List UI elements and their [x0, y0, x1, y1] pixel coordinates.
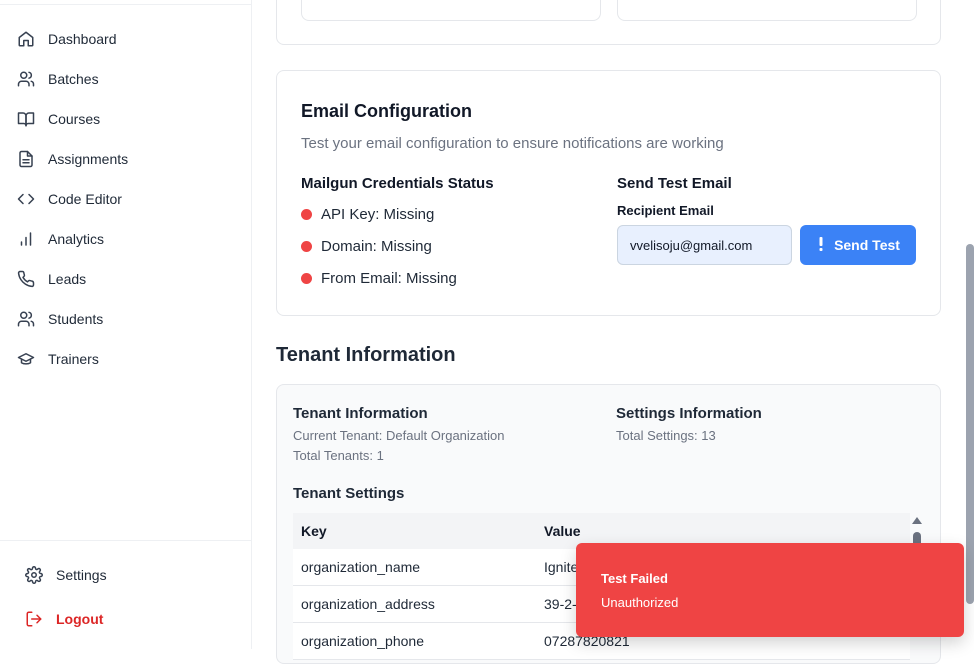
- sidebar-item-label: Students: [48, 311, 104, 327]
- file-text-icon: [16, 149, 36, 169]
- users-icon: [16, 69, 36, 89]
- recipient-email-input[interactable]: [617, 225, 792, 265]
- setting-key: organization_name: [301, 559, 421, 575]
- column-header-key: Key: [301, 523, 327, 539]
- book-open-icon: [16, 109, 36, 129]
- status-text: API Key: Missing: [321, 206, 435, 223]
- credentials-title: Mailgun Credentials Status: [301, 175, 494, 192]
- error-toast[interactable]: Test Failed Unauthorized: [576, 543, 964, 637]
- sidebar-item-batches[interactable]: Batches: [16, 67, 99, 91]
- setting-value: Ignite: [544, 559, 579, 575]
- total-settings-text: Total Settings: 13: [616, 428, 716, 443]
- logout-button[interactable]: Logout: [24, 607, 103, 631]
- send-test-button[interactable]: Send Test: [800, 225, 916, 265]
- status-item: Domain: Missing: [301, 238, 432, 255]
- sidebar-item-assignments[interactable]: Assignments: [16, 147, 128, 171]
- tenant-info-title: Tenant Information: [293, 405, 428, 422]
- sidebar-item-label: Assignments: [48, 151, 129, 167]
- settings-button[interactable]: Settings: [24, 563, 107, 587]
- sidebar-item-code-editor[interactable]: Code Editor: [16, 187, 122, 211]
- sidebar-item-label: Dashboard: [48, 31, 117, 47]
- status-item: API Key: Missing: [301, 206, 434, 223]
- table-scroll-up-arrow[interactable]: [912, 517, 922, 524]
- logout-icon: [24, 609, 44, 629]
- logout-label: Logout: [56, 611, 104, 627]
- page-scrollbar-thumb[interactable]: [966, 244, 974, 604]
- sidebar-item-students[interactable]: Students: [16, 307, 103, 331]
- email-configuration-card: Email Configuration Test your email conf…: [276, 70, 941, 316]
- send-test-title: Send Test Email: [617, 175, 732, 192]
- sidebar-item-courses[interactable]: Courses: [16, 107, 100, 131]
- tenant-section-title: Tenant Information: [276, 344, 456, 366]
- sidebar-item-label: Analytics: [48, 231, 105, 247]
- users-icon: [16, 309, 36, 329]
- email-config-title: Email Configuration: [301, 101, 472, 121]
- sidebar-item-analytics[interactable]: Analytics: [16, 227, 104, 251]
- phone-icon: [16, 269, 36, 289]
- tenant-settings-title: Tenant Settings: [293, 485, 405, 502]
- code-icon: [16, 189, 36, 209]
- sidebar-item-label: Code Editor: [48, 191, 122, 207]
- previous-card-panel: [617, 0, 917, 21]
- status-item: From Email: Missing: [301, 270, 457, 287]
- sidebar-item-dashboard[interactable]: Dashboard: [16, 27, 117, 51]
- column-header-value: Value: [544, 523, 581, 539]
- alert-icon: [816, 236, 826, 255]
- status-text: Domain: Missing: [321, 238, 432, 255]
- current-tenant-text: Current Tenant: Default Organization: [293, 428, 505, 443]
- status-dot-icon: [301, 241, 312, 252]
- toast-title: Test Failed: [601, 571, 668, 586]
- sidebar-item-leads[interactable]: Leads: [16, 267, 86, 291]
- status-text: From Email: Missing: [321, 270, 457, 287]
- home-icon: [16, 29, 36, 49]
- bar-chart-icon: [16, 229, 36, 249]
- divider: [0, 4, 252, 5]
- toast-message: Unauthorized: [601, 595, 679, 610]
- send-test-label: Send Test: [834, 237, 900, 253]
- sidebar-item-label: Courses: [48, 111, 101, 127]
- sidebar: Dashboard Batches Courses Assignments Co…: [0, 0, 252, 649]
- settings-label: Settings: [56, 567, 107, 583]
- email-config-subtitle: Test your email configuration to ensure …: [301, 135, 724, 152]
- sidebar-item-label: Batches: [48, 71, 99, 87]
- status-dot-icon: [301, 273, 312, 284]
- sidebar-item-label: Leads: [48, 271, 87, 287]
- sidebar-item-trainers[interactable]: Trainers: [16, 347, 99, 371]
- gear-icon: [24, 565, 44, 585]
- settings-info-title: Settings Information: [616, 405, 762, 422]
- sidebar-item-label: Trainers: [48, 351, 99, 367]
- previous-card-panel: [301, 0, 601, 21]
- setting-key: organization_address: [301, 596, 435, 612]
- divider: [0, 540, 252, 541]
- recipient-email-label: Recipient Email: [617, 203, 714, 218]
- graduation-cap-icon: [16, 349, 36, 369]
- setting-key: organization_phone: [301, 633, 424, 649]
- previous-card: [276, 0, 941, 45]
- setting-value: 39-2-: [544, 596, 577, 612]
- status-dot-icon: [301, 209, 312, 220]
- total-tenants-text: Total Tenants: 1: [293, 448, 384, 463]
